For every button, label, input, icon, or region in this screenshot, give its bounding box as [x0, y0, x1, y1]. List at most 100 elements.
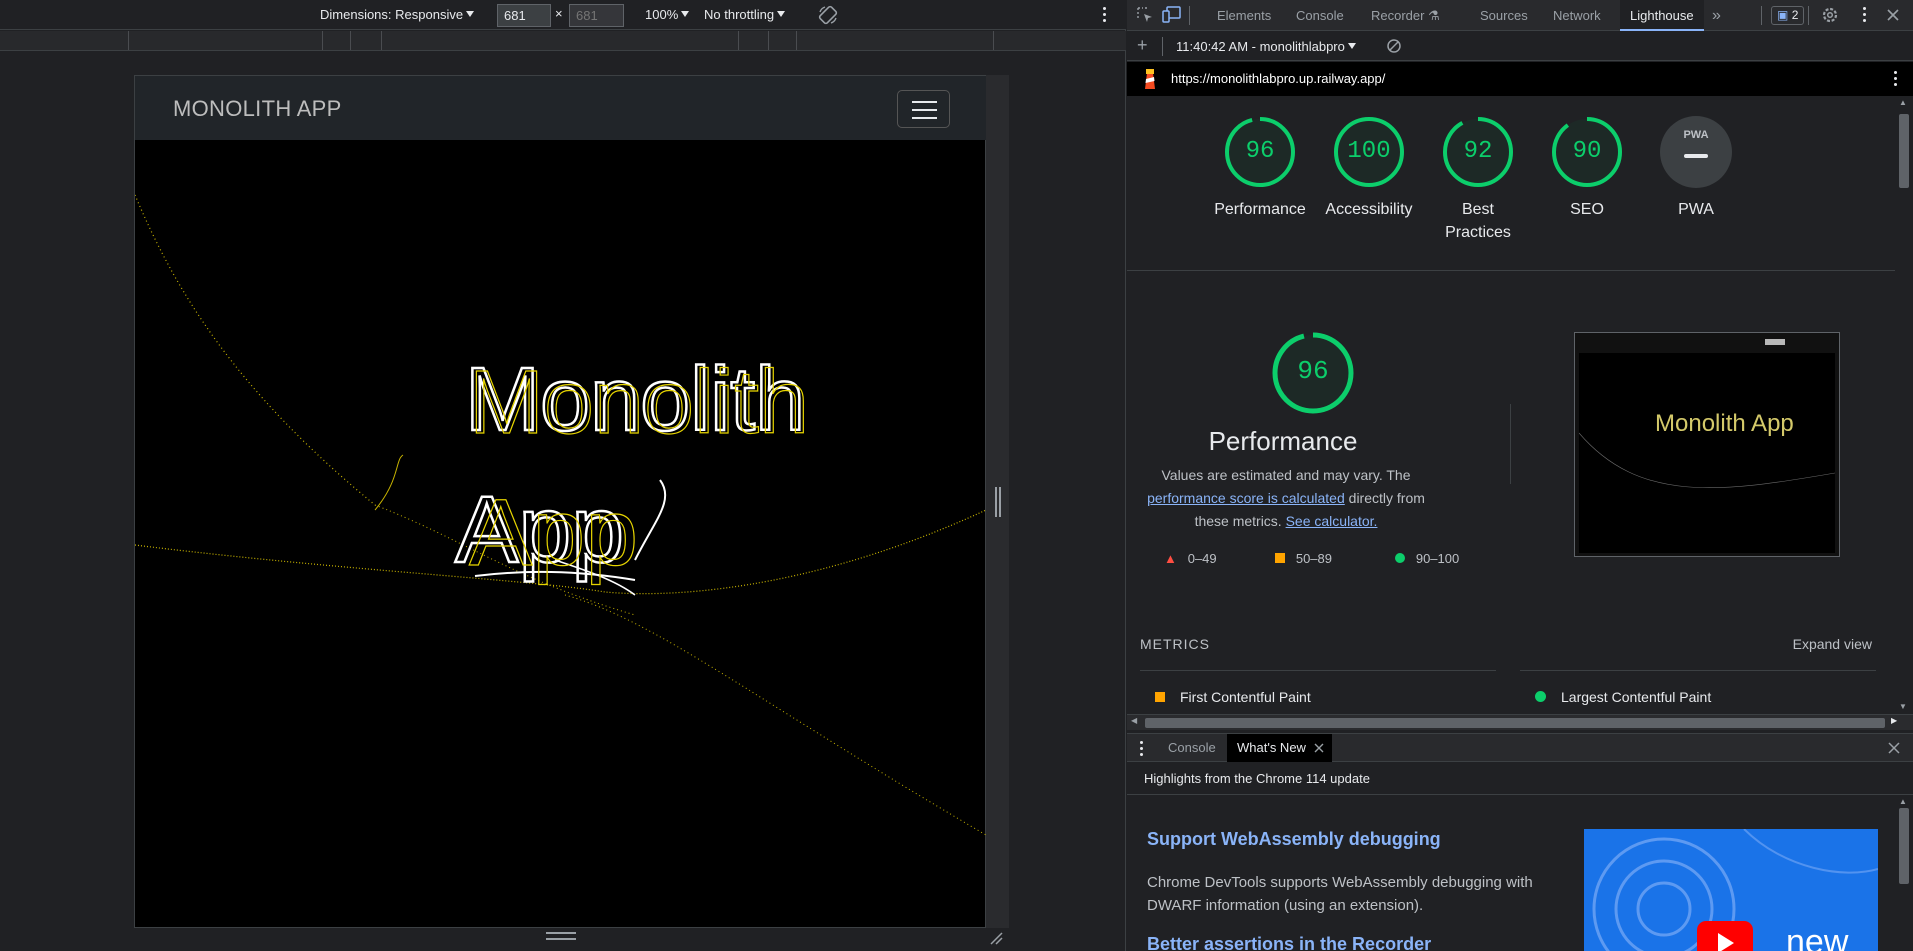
whats-new-body: Support WebAssembly debugging Chrome Dev… — [1127, 796, 1895, 951]
thumbnail-caption: new — [1786, 923, 1849, 951]
see-calculator-link[interactable]: See calculator. — [1286, 513, 1378, 529]
menu-toggle-button[interactable] — [897, 90, 950, 128]
gauge-value: 96 — [1245, 138, 1275, 165]
circle-icon — [1535, 691, 1546, 702]
hero-artwork: Monolith Monolith App App — [135, 194, 986, 836]
whats-new-scrollbar[interactable]: ▲ — [1895, 796, 1913, 951]
tab-elements[interactable]: Elements — [1217, 0, 1271, 31]
gauge-seo[interactable]: 90 SEO — [1532, 116, 1642, 221]
triangle-icon: ▲ — [1164, 551, 1177, 566]
report-url[interactable]: https://monolithlabpro.up.railway.app/ — [1171, 71, 1385, 86]
drawer-menu-icon[interactable] — [1140, 741, 1144, 759]
devtools-panel: Elements Console Recorder ⚗ Sources Netw… — [1127, 0, 1913, 951]
close-drawer-icon[interactable] — [1888, 742, 1900, 754]
chevron-down-icon — [777, 11, 786, 17]
clear-icon[interactable] — [1386, 38, 1402, 54]
lighthouse-toolbar: + 11:40:42 AM - monolithlabpro — [1127, 31, 1913, 61]
scroll-up-icon[interactable]: ▲ — [1899, 98, 1907, 107]
gauge-value: 92 — [1463, 138, 1493, 165]
device-emulation-pane: Dimensions: Responsive × 100% No throttl… — [0, 0, 1126, 951]
chevron-down-icon — [1347, 43, 1356, 49]
site-navbar: MONOLITH APP — [135, 76, 986, 140]
site-brand[interactable]: MONOLITH APP — [173, 96, 342, 122]
emulated-viewport: MONOLITH APP Monolith Monolith App App — [134, 75, 986, 928]
zoom-label: 100% — [645, 7, 679, 22]
inspect-element-icon[interactable] — [1136, 6, 1154, 24]
close-icon[interactable] — [1314, 743, 1324, 753]
final-screenshot-thumbnail[interactable]: Monolith App — [1574, 332, 1840, 557]
divider — [1127, 270, 1895, 271]
scroll-up-icon[interactable]: ▲ — [1899, 797, 1907, 806]
legend-average: 50–89 — [1275, 551, 1332, 566]
resize-height-handle[interactable] — [546, 932, 576, 940]
height-input[interactable] — [569, 4, 624, 27]
device-toolbar: Dimensions: Responsive × 100% No throttl… — [0, 0, 1126, 30]
customize-menu-icon[interactable] — [1863, 7, 1867, 25]
thumbnail-artwork: Monolith App — [1578, 410, 1836, 488]
gauge-label: Best Practices — [1445, 201, 1511, 241]
performance-title: Performance — [1208, 426, 1358, 456]
divider — [1510, 404, 1511, 484]
zoom-dropdown[interactable]: 100% — [645, 7, 690, 22]
gear-icon[interactable] — [1821, 6, 1839, 24]
pwa-badge-icon: PWA — [1660, 116, 1732, 188]
divider — [1520, 670, 1876, 671]
drawer-tab-console[interactable]: Console — [1168, 734, 1216, 762]
report-select[interactable]: 11:40:42 AM - monolithlabpro — [1176, 39, 1356, 54]
performance-score: 96 — [1297, 356, 1329, 386]
metric-lcp: Largest Contentful Paint — [1535, 689, 1711, 705]
tab-sources[interactable]: Sources — [1480, 0, 1528, 31]
drawer-tabbar: Console What's New — [1127, 733, 1913, 762]
rotate-icon[interactable] — [817, 4, 839, 26]
scroll-down-icon[interactable]: ▼ — [1899, 702, 1907, 711]
square-icon — [1275, 553, 1285, 563]
whats-new-item-title[interactable]: Support WebAssembly debugging — [1147, 829, 1441, 850]
report-scrollbar[interactable]: ▲ ▼ — [1895, 96, 1913, 714]
resize-width-handle[interactable] — [995, 487, 1001, 517]
gauge-performance[interactable]: 96 Performance — [1205, 116, 1315, 221]
report-menu-icon[interactable] — [1894, 71, 1898, 89]
whats-new-item-title[interactable]: Better assertions in the Recorder — [1147, 934, 1431, 951]
menu-icon — [912, 101, 937, 103]
tab-console[interactable]: Console — [1296, 0, 1344, 31]
dimensions-dropdown[interactable]: Dimensions: Responsive — [320, 7, 475, 22]
performance-description: Values are estimated and may vary. The p… — [1147, 467, 1425, 529]
device-toggle-icon[interactable] — [1162, 6, 1182, 24]
divider — [1140, 670, 1496, 671]
chevron-down-icon — [681, 11, 690, 17]
more-options-icon[interactable] — [1103, 7, 1107, 25]
gauge-label: SEO — [1570, 201, 1604, 218]
issues-badge[interactable]: ▣ 2 — [1771, 6, 1805, 25]
scroll-right-icon[interactable]: ▶ — [1891, 716, 1897, 725]
tab-network[interactable]: Network — [1553, 0, 1601, 31]
throttling-dropdown[interactable]: No throttling — [704, 7, 786, 22]
whats-new-video-thumbnail[interactable]: new — [1584, 829, 1878, 951]
width-input[interactable] — [497, 4, 551, 27]
times-sign: × — [555, 6, 563, 21]
throttling-label: No throttling — [704, 7, 775, 22]
close-devtools-icon[interactable] — [1886, 8, 1900, 22]
gauge-best-practices[interactable]: 92 Best Practices — [1423, 116, 1533, 244]
tab-lighthouse[interactable]: Lighthouse — [1620, 0, 1704, 31]
gauge-value: 100 — [1347, 138, 1391, 165]
media-query-bar[interactable] — [0, 31, 1126, 51]
expand-view-toggle[interactable]: Expand view — [1793, 636, 1872, 652]
performance-score-link[interactable]: performance score is calculated — [1147, 490, 1345, 506]
gauge-accessibility[interactable]: 100 Accessibility — [1314, 116, 1424, 221]
scroll-left-icon[interactable]: ◀ — [1131, 716, 1137, 725]
drawer-tab-whats-new[interactable]: What's New — [1227, 734, 1332, 762]
tab-recorder[interactable]: Recorder ⚗ — [1371, 0, 1440, 31]
devtools-tabbar: Elements Console Recorder ⚗ Sources Netw… — [1127, 0, 1913, 31]
legend-fail: ▲ 0–49 — [1164, 551, 1217, 566]
whats-new-item-text: Chrome DevTools supports WebAssembly deb… — [1147, 874, 1533, 914]
resize-corner-icon[interactable] — [988, 930, 1004, 946]
horizontal-scrollbar[interactable]: ◀ ▶ — [1127, 714, 1913, 730]
chevron-down-icon — [466, 11, 475, 17]
hero-title-shadow: Monolith — [469, 353, 809, 453]
plus-icon[interactable]: + — [1137, 35, 1148, 56]
more-tabs-icon[interactable]: » — [1712, 0, 1721, 31]
flask-icon: ⚗ — [1428, 8, 1440, 23]
gauge-label: PWA — [1678, 201, 1714, 218]
gauge-label: Accessibility — [1325, 201, 1413, 218]
gauge-pwa[interactable]: PWA PWA — [1641, 116, 1751, 221]
